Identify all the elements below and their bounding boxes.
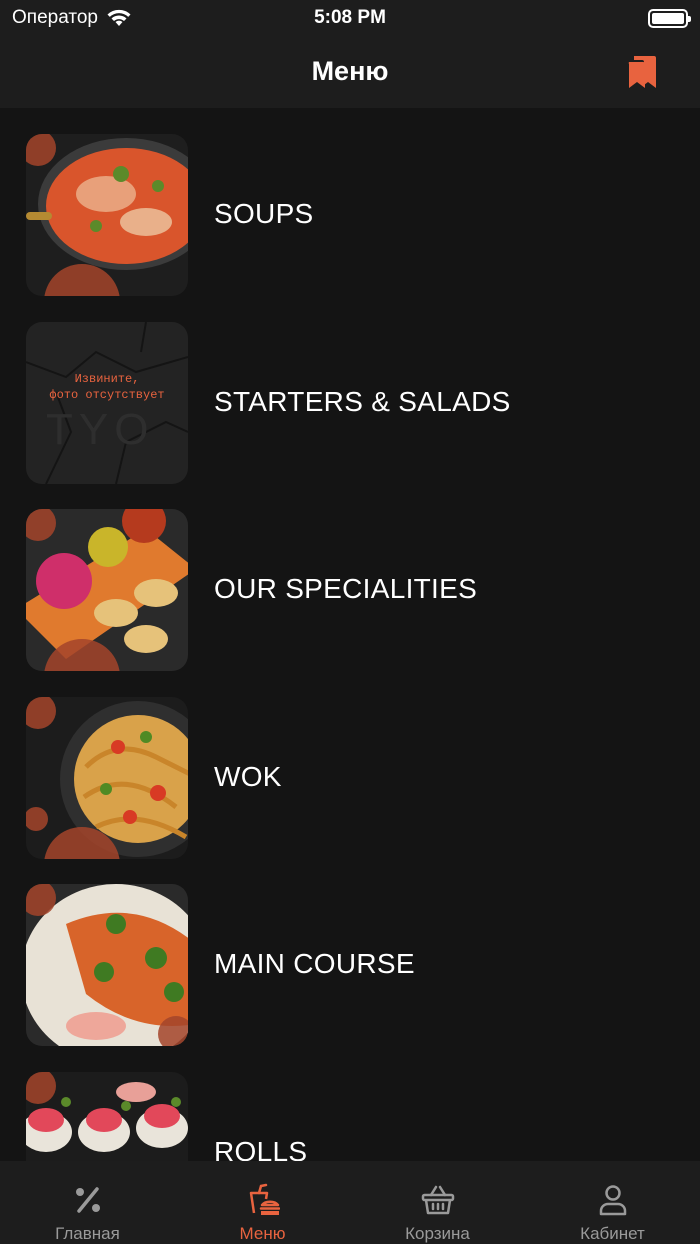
rolls-image [26,1072,188,1161]
status-bar: Оператор 5:08 PM [0,0,700,38]
menu-item-label: STARTERS & SALADS [214,386,511,417]
tab-account[interactable]: Кабинет [525,1161,700,1244]
menu-item-label: SOUPS [214,198,314,229]
placeholder-line-1: Извините, [75,372,140,386]
menu-food-icon [249,1183,280,1215]
wok-image [26,697,188,859]
menu-item-rolls[interactable]: ROLLS [0,1072,700,1161]
no-photo-placeholder-image: TYO Извините, фото отсутствует [26,322,188,484]
tab-menu[interactable]: Меню [175,1161,350,1244]
menu-item-starters-salads[interactable]: TYO Извините, фото отсутствует STARTERS … [0,322,700,484]
navigation-bar: Меню [0,38,700,108]
profile-icon [599,1185,627,1216]
tab-cart[interactable]: Корзина [350,1161,525,1244]
menu-item-main-course[interactable]: MAIN COURSE [0,884,700,1046]
tab-label: Меню [239,1224,286,1243]
soups-image [26,134,188,296]
tab-bar: Главная Меню Корзина Кабинет [0,1161,700,1244]
clock: 5:08 PM [314,7,386,28]
menu-item-label: ROLLS [214,1136,308,1161]
svg-text:TYO: TYO [46,405,154,454]
menu-item-our-specialities[interactable]: OUR SPECIALITIES [0,509,700,671]
menu-item-label: OUR SPECIALITIES [214,573,478,604]
tab-home[interactable]: Главная [0,1161,175,1244]
menu-item-wok[interactable]: WOK [0,697,700,859]
bookmarks-icon[interactable] [626,54,658,90]
tab-label: Корзина [405,1224,470,1243]
menu-item-label: MAIN COURSE [214,948,415,979]
menu-item-soups[interactable]: SOUPS [0,134,700,296]
menu-category-list[interactable]: SOUPS TYO Извините, фото отсутствует STA… [0,108,700,1161]
specialities-image [26,509,188,671]
tab-label: Кабинет [580,1224,645,1243]
menu-item-label: WOK [214,761,282,792]
main-course-image [26,884,188,1046]
basket-icon [421,1185,455,1215]
battery-icon [648,9,691,28]
tab-label: Главная [55,1224,120,1243]
percent-icon [76,1187,100,1213]
page-title: Меню [311,56,389,86]
placeholder-line-2: фото отсутствует [49,388,164,402]
